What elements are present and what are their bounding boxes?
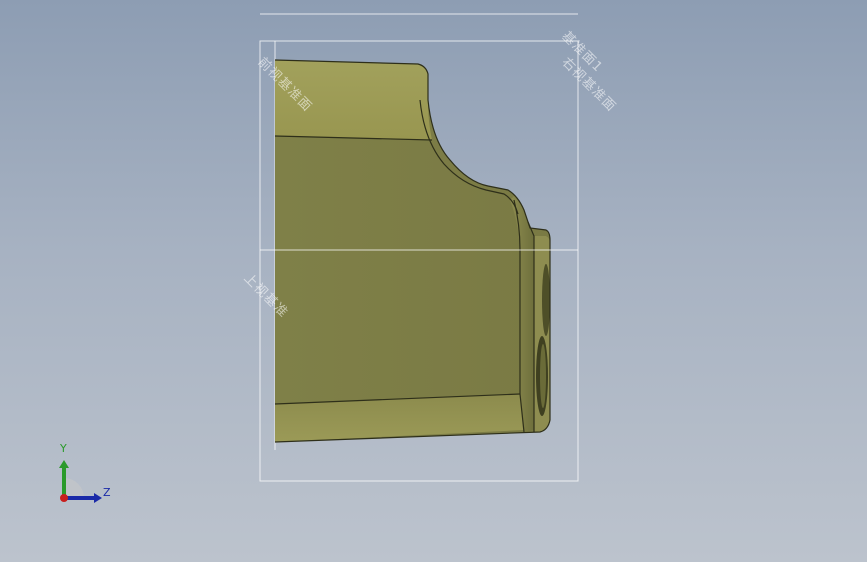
hole-upper[interactable] xyxy=(542,264,550,336)
graphics-viewport[interactable]: 前视基准面 基准面1 右视基准面 上视基准 Y Z xyxy=(0,0,867,562)
y-axis-label: Y xyxy=(60,442,67,455)
z-arrowhead-icon xyxy=(94,493,102,503)
triad-graphic xyxy=(59,460,102,503)
model-canvas[interactable] xyxy=(0,0,867,562)
triad-plane-icon xyxy=(64,478,84,498)
z-axis-label: Z xyxy=(103,486,111,499)
hole-lower-inner xyxy=(540,344,546,408)
y-arrowhead-icon xyxy=(59,460,69,468)
coordinate-triad: Y Z xyxy=(48,440,118,510)
origin-dot-icon xyxy=(60,494,68,502)
part-body[interactable] xyxy=(274,59,551,443)
